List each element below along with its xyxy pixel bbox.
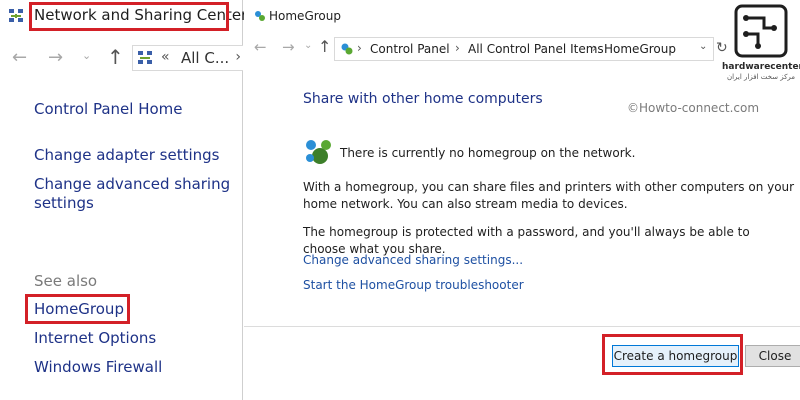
- left-address-text: All C...: [181, 49, 230, 67]
- internet-options-link[interactable]: Internet Options: [34, 329, 156, 348]
- description-paragraph: With a homegroup, you can share files an…: [303, 180, 795, 211]
- forward-arrow-icon[interactable]: →: [48, 47, 63, 68]
- watermark-text: ©Howto-connect.com: [627, 101, 760, 115]
- breadcrumb-homegroup[interactable]: HomeGroup: [604, 42, 676, 56]
- homegroup-status: There is currently no homegroup on the n…: [340, 146, 636, 160]
- highlight-homegroup: [25, 294, 130, 324]
- logo-subtitle: مرکز سخت افزار ایران: [726, 73, 796, 81]
- recent-dropdown-icon[interactable]: ⌄: [82, 49, 91, 62]
- back-arrow-icon[interactable]: ←: [12, 47, 27, 68]
- network-icon: [9, 9, 23, 22]
- chevron-right-icon: ›: [357, 41, 362, 55]
- change-advanced-sharing-link-line2[interactable]: settings: [34, 194, 94, 213]
- homegroup-icon: [341, 43, 353, 55]
- control-panel-home-link[interactable]: Control Panel Home: [34, 100, 183, 119]
- network-sharing-center-window: Network and Sharing Center ← → ⌄ ↑ « All…: [0, 0, 247, 400]
- page-heading: Share with other home computers: [303, 91, 543, 107]
- back-arrow-icon[interactable]: ←: [254, 38, 267, 56]
- logo-name: hardwarecenter.ir: [722, 62, 800, 72]
- chevron-right-icon[interactable]: ›: [235, 49, 241, 65]
- chevron-right-icon[interactable]: ›: [592, 41, 597, 55]
- homegroup-troubleshooter-link[interactable]: Start the HomeGroup troubleshooter: [303, 278, 524, 292]
- homegroup-icon: [306, 140, 331, 164]
- change-advanced-sharing-settings-link[interactable]: Change advanced sharing settings...: [303, 253, 523, 267]
- up-arrow-icon[interactable]: ↑: [107, 45, 124, 69]
- chevron-down-icon[interactable]: ⌄: [699, 41, 707, 52]
- right-title-bar: HomeGroup: [244, 0, 800, 34]
- see-also-label: See also: [34, 272, 98, 290]
- left-address-bar[interactable]: « All C... ›: [132, 45, 243, 71]
- chevron-left-double-icon: «: [161, 49, 170, 65]
- breadcrumb-all-items[interactable]: All Control Panel Items: [468, 42, 604, 56]
- content-pane: Share with other home computers ©Howto-c…: [244, 68, 800, 326]
- highlight-create-button: [602, 334, 743, 375]
- highlight-title: [29, 2, 229, 31]
- forward-arrow-icon[interactable]: →: [282, 38, 295, 56]
- chevron-right-icon[interactable]: ›: [455, 41, 460, 55]
- network-icon: [138, 51, 152, 64]
- breadcrumb-control-panel[interactable]: Control Panel: [370, 42, 450, 56]
- homegroup-icon: [255, 11, 265, 21]
- windows-firewall-link[interactable]: Windows Firewall: [34, 358, 162, 377]
- close-button[interactable]: Close: [745, 345, 800, 367]
- change-advanced-sharing-link[interactable]: Change advanced sharing: [34, 175, 230, 194]
- right-address-bar[interactable]: › Control Panel › All Control Panel Item…: [334, 37, 714, 61]
- recent-dropdown-icon[interactable]: ⌄: [304, 40, 312, 51]
- right-window-title: HomeGroup: [269, 9, 341, 23]
- change-adapter-settings-link[interactable]: Change adapter settings: [34, 146, 220, 165]
- up-arrow-icon[interactable]: ↑: [318, 37, 331, 56]
